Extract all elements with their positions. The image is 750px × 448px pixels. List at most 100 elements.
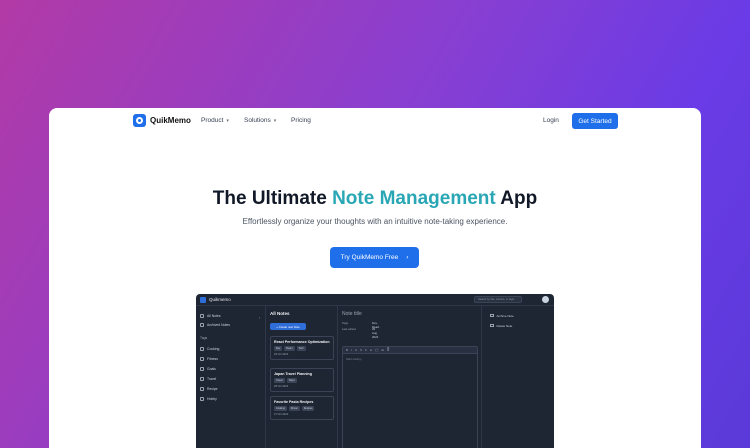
note-tag: Recipes (301, 406, 315, 412)
tags-label: Tags (342, 321, 348, 325)
try-free-label: Try QuikMemo Free (340, 254, 399, 261)
nav-pricing-label: Pricing (291, 117, 311, 124)
note-actions: Archive Note Delete Note (482, 306, 554, 448)
get-started-button[interactable]: Get Started (572, 113, 618, 129)
sidebar-tag-goals[interactable]: Goals (200, 367, 216, 371)
app-topbar: Quikmemo Search by title, content, or ta… (196, 294, 554, 306)
tags-heading: Tags (200, 336, 208, 340)
note-date: 28 Oct 2024 (274, 385, 289, 389)
hero-title-post: App (495, 188, 538, 209)
strikethrough-icon[interactable]: S (360, 348, 362, 352)
delete-note-button[interactable]: Delete Note (488, 322, 548, 329)
sidebar-tag-label: Fitness (207, 357, 218, 361)
sidebar-tag-label: Cooking (207, 347, 220, 351)
note-tag: Dev (274, 346, 283, 352)
note-tags: Travel Tokyo (274, 378, 330, 384)
note-date: 29 Oct 2024 (274, 353, 289, 357)
last-edited-value: 29 Aug 2024 (372, 327, 379, 339)
note-tag: Cooking (274, 406, 287, 412)
top-nav: QuikMemo Product ▾ Solutions ▾ Pricing L… (49, 108, 701, 136)
nav-solutions[interactable]: Solutions ▾ (244, 117, 276, 124)
archive-note-label: Archive Note (496, 313, 514, 318)
circle-icon[interactable]: ◯ (375, 348, 378, 352)
sidebar-item-archived[interactable]: Archived Notes (200, 323, 230, 327)
delete-note-label: Delete Note (496, 323, 513, 328)
sidebar-item-label: Archived Notes (207, 323, 230, 327)
app-preview: Quikmemo Search by title, content, or ta… (196, 294, 554, 448)
note-tags: Cooking Dinner Recipes (274, 406, 330, 412)
hero-title-pre: The Ultimate (212, 188, 333, 209)
hero-subtitle: Effortlessly organize your thoughts with… (242, 217, 508, 226)
sidebar-tag-hobby[interactable]: Hobby (200, 397, 217, 401)
brand-name[interactable]: QuikMemo (150, 116, 191, 125)
try-free-button[interactable]: Try QuikMemo Free › (330, 247, 419, 268)
chevron-right-icon: › (406, 254, 409, 261)
note-tag: Tech (296, 346, 306, 352)
note-tag: Travel (274, 378, 285, 384)
bold-icon[interactable]: B (346, 348, 348, 352)
sidebar-tag-label: Hobby (207, 397, 217, 401)
tag-icon (200, 367, 204, 371)
login-link[interactable]: Login (543, 117, 559, 124)
hero-title: The Ultimate Note Management App (49, 188, 701, 210)
app-brand: Quikmemo (209, 297, 231, 302)
editor-toolbar: B I U S ≡ H ◯ ⊞ ≣ (343, 347, 477, 354)
note-card[interactable]: React Performance Optimization Dev React… (270, 336, 334, 361)
note-tag: Tokyo (286, 378, 297, 384)
sidebar-item-all-notes[interactable]: All Notes (200, 314, 221, 318)
sidebar-item-label: All Notes (207, 314, 221, 318)
trash-icon (490, 323, 494, 328)
nav-product[interactable]: Product ▾ (201, 117, 229, 124)
editor-placeholder: Start writing... (346, 357, 364, 361)
last-edited-label: Last edited (342, 327, 356, 331)
note-title: Favorite Pasta Recipes (274, 400, 314, 404)
note-date: 27 Oct 2024 (274, 413, 289, 417)
archive-note-button[interactable]: Archive Note (488, 312, 548, 319)
note-tags-meta: Tags Dev, React (342, 321, 379, 329)
chevron-down-icon: ▾ (273, 117, 277, 124)
avatar[interactable] (542, 296, 549, 303)
nav-solutions-label: Solutions (244, 117, 271, 124)
sidebar-tag-label: Goals (207, 367, 216, 371)
note-tag: Dinner (288, 406, 300, 412)
tag-icon (200, 387, 204, 391)
note-tags: Dev React Tech (274, 346, 330, 352)
home-icon (200, 314, 204, 318)
sidebar-tag-fitness[interactable]: Fitness (200, 357, 218, 361)
note-title: React Performance Optimization (274, 340, 330, 344)
tag-icon (200, 397, 204, 401)
landing-card: QuikMemo Product ▾ Solutions ▾ Pricing L… (49, 108, 701, 448)
italic-icon[interactable]: I (351, 348, 352, 352)
heading-icon[interactable]: H (370, 348, 372, 352)
tag-icon (200, 357, 204, 361)
archive-icon (200, 323, 204, 327)
table-icon[interactable]: ⊞ (381, 348, 384, 352)
nav-pricing[interactable]: Pricing (291, 117, 311, 124)
archive-icon (490, 313, 494, 318)
sidebar-tag-label: Recipe (207, 387, 218, 391)
note-card[interactable]: Favorite Pasta Recipes Cooking Dinner Re… (270, 396, 334, 421)
underline-icon[interactable]: U (355, 348, 357, 352)
notes-list-title: All Notes (270, 311, 290, 316)
hero-title-accent: Note Management (332, 188, 496, 209)
align-icon[interactable]: ≣ (387, 348, 390, 352)
nav-product-label: Product (201, 117, 224, 124)
tag-icon (200, 377, 204, 381)
note-tag: React (284, 346, 295, 352)
app-search-input[interactable]: Search by title, content, or tags... (474, 296, 522, 303)
editor-box[interactable]: B I U S ≡ H ◯ ⊞ ≣ Start writing... (342, 346, 478, 448)
brand-logo-icon[interactable] (133, 114, 146, 127)
sidebar-tag-travel[interactable]: Travel (200, 377, 216, 381)
create-note-button[interactable]: + Create new Note (270, 323, 306, 330)
sidebar-tag-recipe[interactable]: Recipe (200, 387, 218, 391)
list-icon[interactable]: ≡ (365, 348, 367, 352)
collapse-icon[interactable]: ‹ (259, 315, 260, 320)
sidebar-tag-cooking[interactable]: Cooking (200, 347, 219, 351)
notes-list: All Notes + Create new Note React Perfor… (266, 306, 338, 448)
app-logo-icon (200, 297, 206, 303)
tag-icon (200, 347, 204, 351)
note-title-input[interactable]: Note title (342, 311, 362, 317)
note-card[interactable]: Japan Travel Planning Travel Tokyo 28 Oc… (270, 368, 334, 393)
note-title: Japan Travel Planning (274, 372, 312, 376)
app-sidebar: ‹ All Notes Archived Notes Tags Cooking … (196, 306, 266, 448)
